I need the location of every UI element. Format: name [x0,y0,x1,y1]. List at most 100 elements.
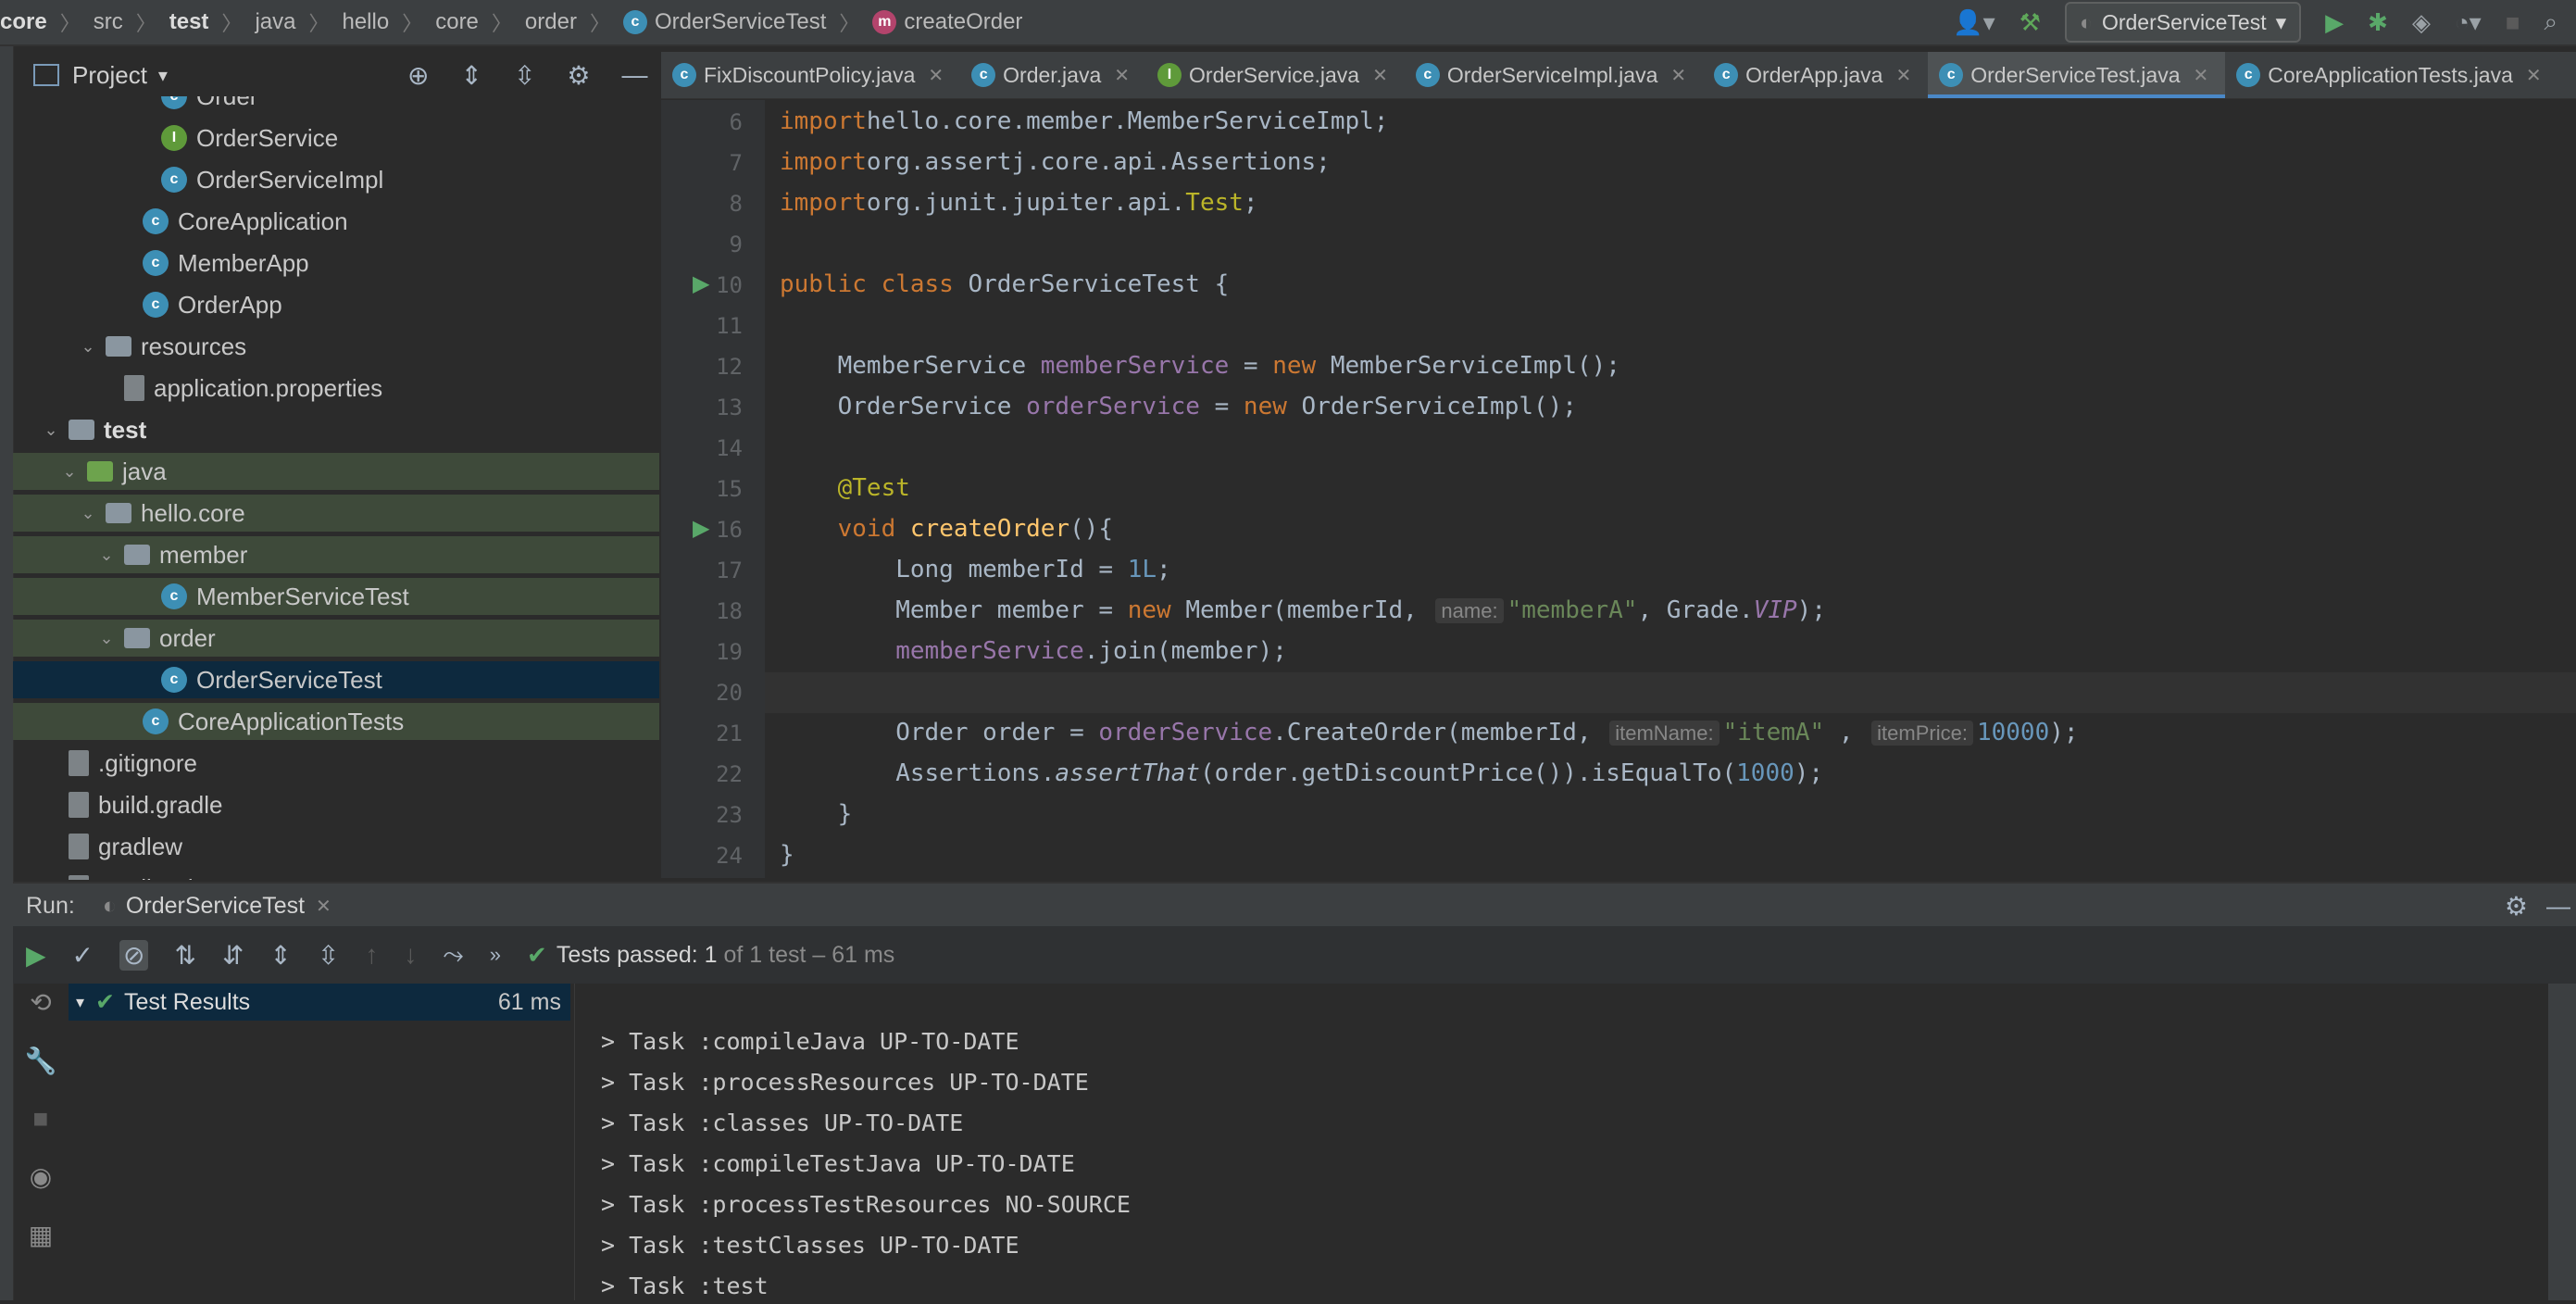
next-failed-icon[interactable]: ↓ [404,940,417,970]
tree-item[interactable]: c OrderServiceTest [13,661,659,698]
tree-item[interactable]: application.properties [13,370,659,407]
search-icon[interactable]: ⌕ [2544,7,2557,37]
close-icon[interactable]: ✕ [316,895,331,918]
locate-icon[interactable]: ⊕ [407,60,429,91]
expand-all-icon[interactable]: ⇕ [460,60,481,91]
code-line[interactable]: OrderService orderService = new OrderSer… [780,393,1577,420]
sort-duration-icon[interactable]: ⇵ [222,940,244,971]
run-tab[interactable]: ◐ OrderServiceTest ✕ [103,893,331,920]
tree-item[interactable]: c CoreApplicationTests [13,703,659,740]
user-icon[interactable]: 👤▾ [1953,8,1995,37]
tree-item[interactable]: gradlew [13,828,659,865]
code-line[interactable]: memberService.join(member); [780,637,1287,665]
editor-tab[interactable]: c OrderApp.java ✕ [1703,52,1928,98]
chevron-down-icon[interactable]: ⌄ [78,337,98,357]
close-icon[interactable]: ✕ [1114,64,1130,87]
chevron-down-icon[interactable]: ⌄ [41,420,61,440]
editor-tab[interactable]: c CoreApplicationTests.java ✕ [2225,52,2557,98]
stop-icon[interactable]: ■ [2506,8,2520,37]
code-line[interactable]: importorg.assertj.core.api.Assertions; [780,148,1331,176]
show-ignored-icon[interactable]: ⊘ [119,939,149,971]
console-output[interactable]: > Task :compileJava UP-TO-DATE > Task :pr… [574,984,2547,1300]
code-line[interactable]: void createOrder(){ [780,515,1113,543]
tree-item[interactable]: .gitignore [13,745,659,782]
tree-item[interactable]: ⌄ hello.core [13,495,659,532]
run-class-icon[interactable]: ▶ [693,270,709,297]
tree-item[interactable]: c Order [13,96,659,115]
run-icon[interactable]: ▶ [2325,8,2344,37]
code-line[interactable]: } [780,800,853,828]
chevron-down-icon[interactable]: ⌄ [59,462,80,482]
hide-icon[interactable]: — [2546,892,2570,921]
breadcrumb-item[interactable]: src 〉 [94,7,169,37]
run-configuration-select[interactable]: ◐ OrderServiceTest ▾ [2065,2,2302,43]
close-icon[interactable]: ✕ [2193,64,2208,87]
breadcrumb-item[interactable]: m createOrder [872,9,1022,35]
breadcrumb-item[interactable]: core 〉 [0,7,94,37]
build-hammer-icon[interactable]: ⚒ [2020,8,2041,37]
tree-item[interactable]: c OrderServiceImpl [13,161,659,198]
layout-icon[interactable]: ▦ [29,1220,53,1250]
breadcrumb-item[interactable]: test 〉 [169,7,256,37]
gear-icon[interactable]: ⚙ [2505,891,2528,922]
breadcrumb-item[interactable]: java 〉 [255,7,342,37]
editor-tab[interactable]: c FixDiscountPolicy.java ✕ [661,52,960,98]
code-line[interactable]: public class OrderServiceTest { [780,270,1229,298]
close-icon[interactable]: ✕ [1670,64,1686,87]
tree-item[interactable]: gradlew.bat [13,870,659,880]
code-line[interactable]: importhello.core.member.MemberServiceImp… [780,107,1388,135]
expand-all-icon[interactable]: ⇕ [269,940,291,971]
debug-icon[interactable]: ✱ [2368,8,2388,37]
code-line[interactable]: @Test [780,474,910,502]
collapse-all-icon[interactable]: ⇳ [318,940,339,971]
tree-item[interactable]: ⌄ order [13,620,659,657]
tree-item[interactable]: ⌄ member [13,536,659,573]
editor-tab[interactable]: c OrderServiceImpl.java ✕ [1405,52,1703,98]
code-line[interactable]: } [780,841,794,869]
close-icon[interactable]: ✕ [2526,64,2542,87]
close-icon[interactable]: ✕ [1895,64,1911,87]
tree-item[interactable]: ⌄ resources [13,328,659,365]
eye-icon[interactable]: ◉ [30,1161,52,1192]
coverage-icon[interactable]: ◈ [2412,8,2431,37]
editor-tab[interactable]: I OrderService.java ✕ [1146,52,1405,98]
tree-item[interactable]: build.gradle [13,786,659,823]
code-line[interactable]: Order order = orderService.CreateOrder(m… [780,719,2078,746]
hide-icon[interactable]: — [622,60,648,90]
tree-item[interactable]: c OrderApp [13,286,659,323]
sort-alpha-icon[interactable]: ⇅ [174,940,195,971]
previous-failed-icon[interactable]: ↑ [365,940,378,970]
chevron-down-icon[interactable]: ⌄ [96,545,117,565]
test-results-row[interactable]: ▾ ✔ Test Results 61 ms [69,984,570,1021]
tree-item[interactable]: ⌄ test [13,411,659,448]
breadcrumb-item[interactable]: order 〉 [525,7,623,37]
editor-tab[interactable]: c OrderServiceTest.java ✕ [1928,52,2226,98]
tree-item[interactable]: c CoreApplication [13,203,659,240]
show-passed-icon[interactable]: ✓ [72,940,94,971]
code-line[interactable]: Member member = new Member(memberId, nam… [780,596,1826,624]
breadcrumb-item[interactable]: hello 〉 [342,7,435,37]
tree-item[interactable]: I OrderService [13,119,659,157]
code-line[interactable]: importorg.junit.jupiter.api.Test; [780,189,1258,217]
breadcrumb-item[interactable]: c OrderServiceTest 〉 [622,7,872,37]
chevron-down-icon[interactable]: ⌄ [96,629,117,648]
code-line[interactable]: Long memberId = 1L; [780,556,1170,583]
code-line[interactable]: Assertions.assertThat(order.getDiscountP… [780,759,1823,787]
gear-icon[interactable]: ⚙ [567,60,590,91]
more-icon[interactable]: » [490,943,501,967]
collapse-all-icon[interactable]: ⇳ [514,60,535,91]
code-editor[interactable]: 6 7 8 9 10 11 12 13 14 15 16 17 18 19 20 21 22 23 24 ▶ ▶ imp… [661,100,2576,878]
chevron-down-icon[interactable]: ⌄ [78,504,98,523]
tree-item[interactable]: c MemberServiceTest [13,578,659,615]
editor-tab[interactable]: c Order.java ✕ [960,52,1146,98]
breadcrumb-item[interactable]: core 〉 [435,7,525,37]
tree-item[interactable]: ⌄ java [13,453,659,490]
code-line[interactable]: MemberService memberService = new Member… [780,352,1620,380]
rerun-icon[interactable]: ▶ [26,940,46,971]
run-test-icon[interactable]: ▶ [693,515,709,542]
close-icon[interactable]: ✕ [1372,64,1388,87]
stop-icon[interactable]: ■ [33,1104,49,1134]
tree-item[interactable]: c MemberApp [13,244,659,282]
rerun-failed-icon[interactable]: ⟲ [30,987,51,1018]
close-icon[interactable]: ✕ [928,64,944,87]
